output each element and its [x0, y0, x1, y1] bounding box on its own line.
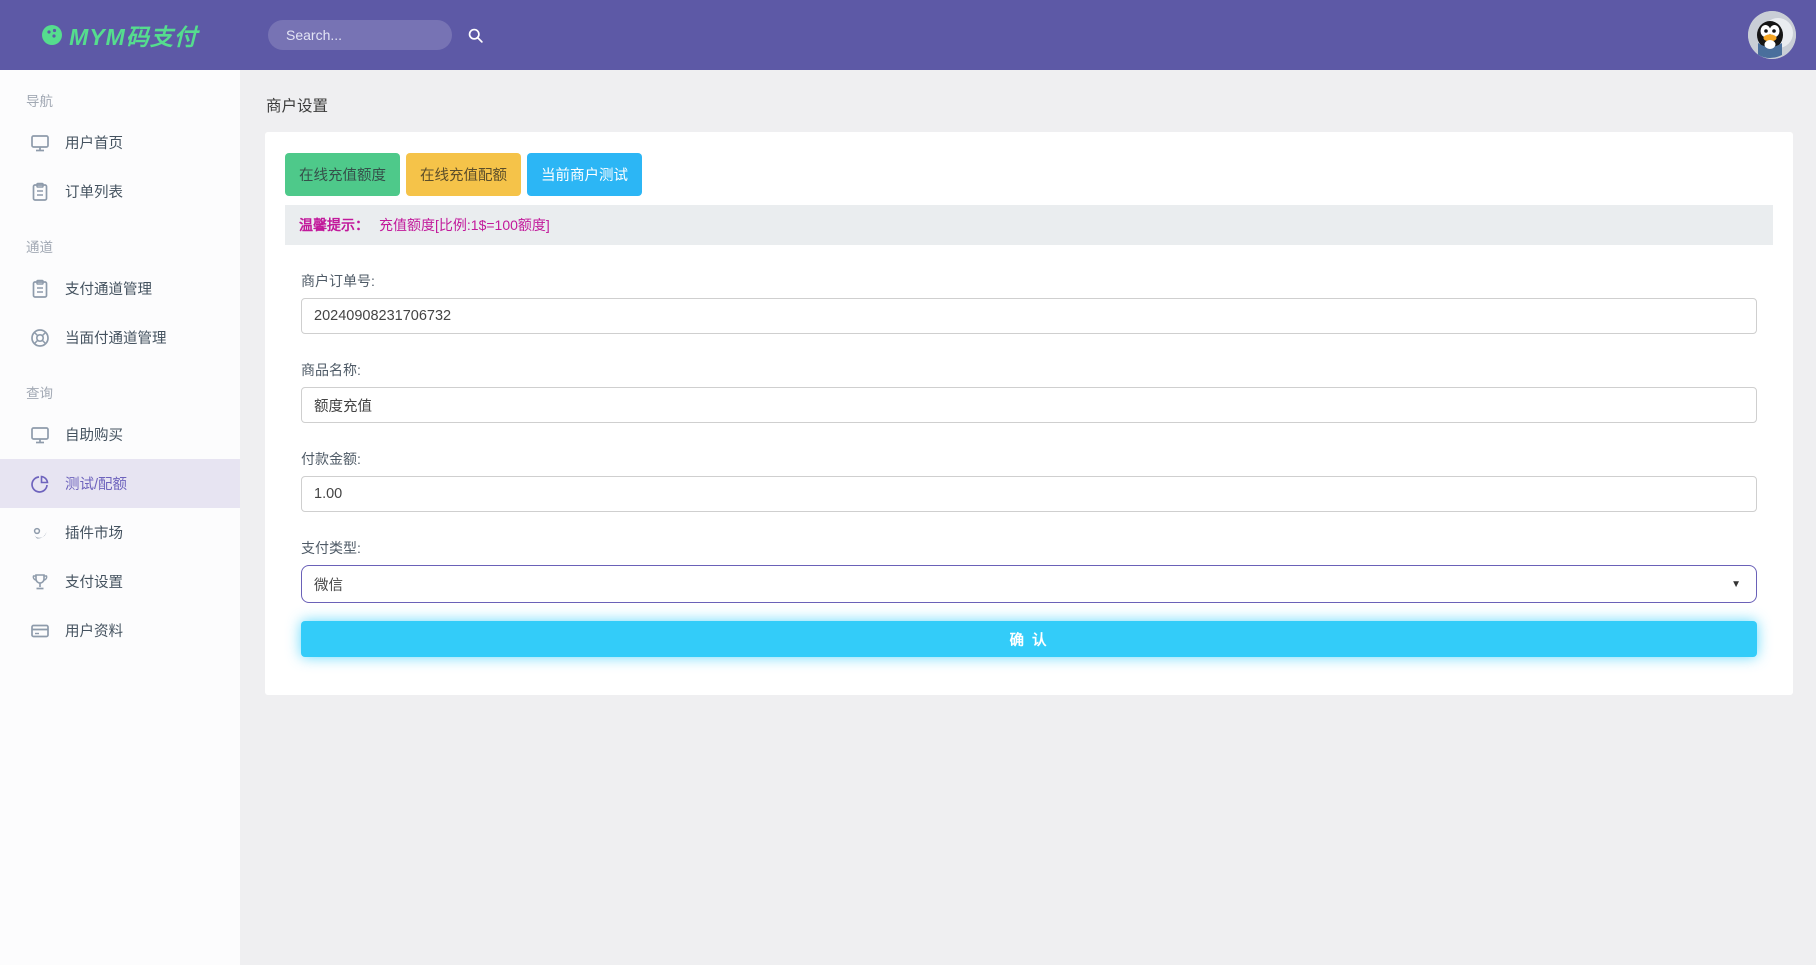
sidebar-section-channel: 通道	[0, 216, 240, 264]
action-button-row: 在线充值额度 在线充值配额 当前商户测试	[285, 153, 1773, 196]
chevron-down-icon: ▼	[1731, 579, 1741, 590]
sidebar-item-test-quota[interactable]: 测试/配额	[0, 459, 240, 508]
page-title: 商户设置	[240, 70, 1816, 132]
clipboard-icon	[30, 279, 50, 299]
sidebar-item-order-list[interactable]: 订单列表	[0, 167, 240, 216]
sidebar-item-label: 支付通道管理	[65, 278, 152, 299]
sidebar-item-label: 用户首页	[65, 132, 123, 153]
sidebar-item-user-profile[interactable]: 用户资料	[0, 606, 240, 655]
search-input[interactable]	[286, 27, 467, 43]
pay-type-selected-value: 微信	[314, 574, 343, 595]
sidebar-item-label: 插件市场	[65, 522, 123, 543]
product-name-label: 商品名称:	[301, 360, 1757, 380]
merchant-test-form: 商户订单号: 商品名称: 付款金额: 支付类型: 微信 ▼ 确 认	[301, 271, 1757, 657]
sidebar-item-pay-settings[interactable]: 支付设置	[0, 557, 240, 606]
notice-text: 充值额度[比例:1$=100额度]	[379, 217, 550, 233]
confirm-button[interactable]: 确 认	[301, 621, 1757, 657]
sidebar-item-user-home[interactable]: 用户首页	[0, 118, 240, 167]
user-avatar[interactable]	[1748, 11, 1796, 59]
order-no-input[interactable]	[301, 298, 1757, 334]
topbar: MYM码支付	[0, 0, 1816, 70]
app-logo[interactable]: MYM码支付	[0, 18, 240, 52]
pay-type-label: 支付类型:	[301, 538, 1757, 558]
sidebar-section-query: 查询	[0, 362, 240, 410]
order-no-label: 商户订单号:	[301, 271, 1757, 291]
online-recharge-allocation-button[interactable]: 在线充值配额	[406, 153, 521, 196]
merchant-settings-card: 在线充值额度 在线充值配额 当前商户测试 温馨提示： 充值额度[比例:1$=100…	[265, 132, 1793, 695]
logo-ball-icon	[42, 25, 62, 45]
notice-prefix: 温馨提示：	[299, 217, 369, 233]
notice-banner: 温馨提示： 充值额度[比例:1$=100额度]	[285, 205, 1773, 245]
credit-card-icon	[30, 621, 50, 641]
sidebar-item-self-buy[interactable]: 自助购买	[0, 410, 240, 459]
monitor-icon	[30, 425, 50, 445]
search-icon[interactable]	[467, 27, 484, 44]
crescent-icon	[30, 523, 50, 543]
amount-input[interactable]	[301, 476, 1757, 512]
sidebar-item-label: 用户资料	[65, 620, 123, 641]
sidebar-section-nav: 导航	[0, 70, 240, 118]
sidebar-item-label: 测试/配额	[65, 473, 127, 494]
sidebar-item-pay-channel[interactable]: 支付通道管理	[0, 264, 240, 313]
sidebar-item-label: 自助购买	[65, 424, 123, 445]
search-bar	[268, 20, 452, 50]
clipboard-icon	[30, 182, 50, 202]
sidebar-item-label: 当面付通道管理	[65, 327, 167, 348]
sidebar-item-label: 订单列表	[65, 181, 123, 202]
online-recharge-quota-button[interactable]: 在线充值额度	[285, 153, 400, 196]
current-merchant-test-button[interactable]: 当前商户测试	[527, 153, 642, 196]
logo-text: MYM码支付	[69, 18, 198, 52]
trophy-icon	[30, 572, 50, 592]
sidebar-item-f2f-channel[interactable]: 当面付通道管理	[0, 313, 240, 362]
product-name-input[interactable]	[301, 387, 1757, 423]
main-content: 商户设置 在线充值额度 在线充值配额 当前商户测试 温馨提示： 充值额度[比例:1…	[240, 70, 1816, 965]
amount-label: 付款金额:	[301, 449, 1757, 469]
monitor-icon	[30, 133, 50, 153]
sidebar-item-label: 支付设置	[65, 571, 123, 592]
lifebuoy-icon	[30, 328, 50, 348]
sidebar-item-plugin-market[interactable]: 插件市场	[0, 508, 240, 557]
sidebar: 导航 用户首页 订单列表 通道 支付通道管理 当面付通道管理 查询 自助购买 测…	[0, 70, 240, 965]
pay-type-select[interactable]: 微信 ▼	[301, 565, 1757, 603]
penguin-avatar-icon	[1748, 11, 1796, 59]
pie-chart-icon	[30, 474, 50, 494]
